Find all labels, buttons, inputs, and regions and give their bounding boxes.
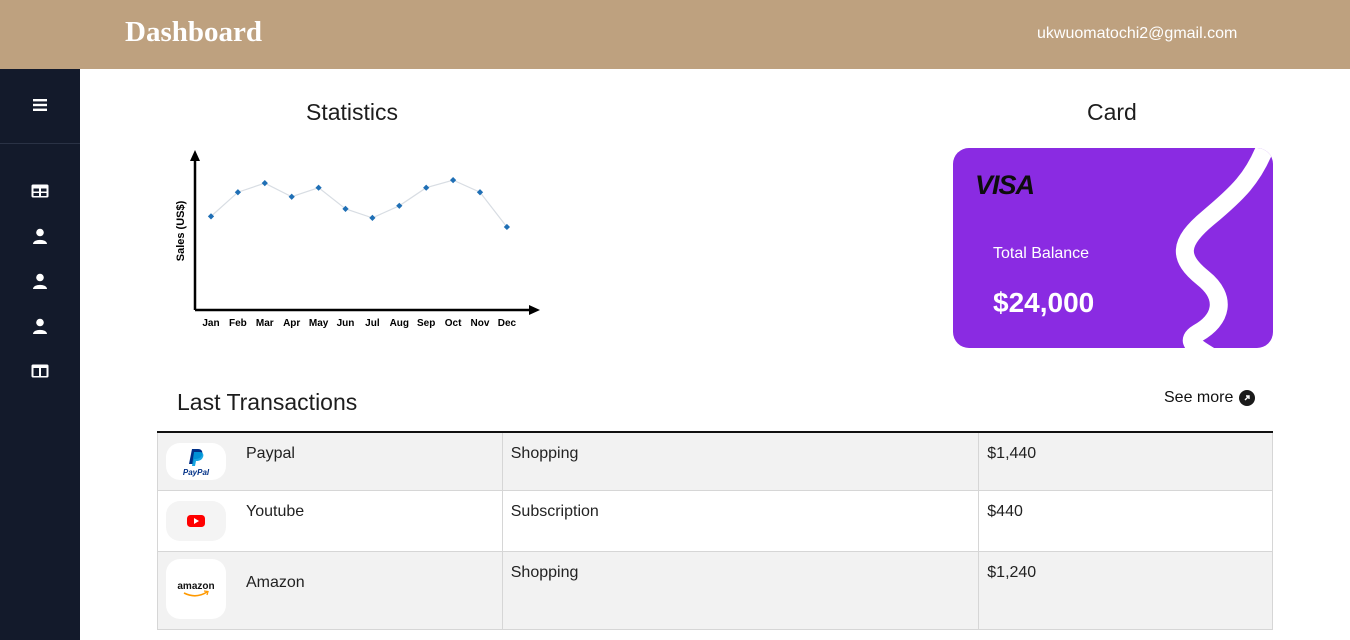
- x-tick-label: Aug: [390, 318, 409, 329]
- data-point: [369, 214, 376, 222]
- transactions-table: PayPal Paypal Shopping $1,440 Youtube Su…: [157, 431, 1273, 630]
- arrow-up-right-icon: [1239, 390, 1256, 406]
- x-tick-label: Mar: [256, 318, 274, 329]
- y-axis-label: Sales (US$): [175, 200, 187, 261]
- amount-cell: $440: [978, 490, 1273, 552]
- transactions-title: Last Transactions: [177, 389, 358, 415]
- merchant-cell: amazon Amazon: [157, 551, 503, 630]
- user-icon[interactable]: [30, 271, 50, 291]
- data-point: [449, 177, 457, 184]
- app-title: Dashboard: [125, 16, 262, 48]
- x-tick-label: Jun: [337, 318, 355, 329]
- amazon-logo: amazon: [166, 559, 226, 619]
- x-tick-label: Oct: [445, 318, 462, 329]
- dashboard-icon[interactable]: [30, 181, 50, 201]
- x-tick-label: Apr: [283, 318, 300, 329]
- credit-card[interactable]: VISA Total Balance $24,000: [953, 148, 1273, 348]
- menu-icon[interactable]: [30, 95, 50, 115]
- merchant-name: Amazon: [246, 574, 305, 591]
- user-icon[interactable]: [30, 316, 50, 336]
- merchant-cell: PayPal Paypal: [157, 431, 503, 491]
- paypal-logo: PayPal: [166, 443, 226, 480]
- x-tick-label: Nov: [471, 318, 490, 329]
- x-axis-arrow: [529, 305, 540, 315]
- amount-cell: $1,240: [978, 551, 1273, 630]
- table-row[interactable]: amazon Amazon Shopping $1,240: [157, 551, 1273, 630]
- x-tick-label: May: [309, 318, 329, 329]
- data-point: [261, 180, 268, 187]
- sidebar: [0, 69, 80, 640]
- merchant-name: Youtube: [246, 503, 305, 520]
- y-axis-arrow: [190, 150, 200, 161]
- svg-text:PayPal: PayPal: [183, 468, 210, 477]
- see-more-label: See more: [1164, 389, 1234, 406]
- see-more-link[interactable]: See more: [1164, 389, 1256, 407]
- top-bar: Dashboard ukwuomatochi2@gmail.com: [0, 0, 1350, 69]
- table-row[interactable]: Youtube Subscription $440: [157, 490, 1273, 552]
- sales-line-chart: Sales (US$) Jan Feb Mar Apr May Jun Jul Aug Sep O…: [175, 150, 540, 329]
- user-email[interactable]: ukwuomatochi2@gmail.com: [1037, 25, 1237, 43]
- merchant-name: Paypal: [246, 445, 295, 462]
- series-line: [210, 179, 508, 228]
- x-tick-label: Dec: [498, 318, 517, 329]
- youtube-logo: [166, 501, 226, 541]
- svg-text:amazon: amazon: [177, 581, 214, 592]
- x-tick-label: Feb: [229, 318, 247, 329]
- statistics-title: Statistics: [306, 99, 399, 125]
- table-row[interactable]: PayPal Paypal Shopping $1,440: [157, 431, 1273, 491]
- sidebar-divider: [0, 143, 80, 144]
- category-cell: Shopping: [501, 551, 980, 630]
- merchant-cell: Youtube: [157, 490, 503, 552]
- visa-logo: VISA: [975, 170, 1035, 200]
- balance-label: Total Balance: [993, 245, 1090, 262]
- columns-icon[interactable]: [30, 361, 50, 381]
- data-point: [288, 193, 295, 200]
- balance-value: $24,000: [993, 287, 1095, 318]
- x-tick-label: Jan: [202, 318, 219, 329]
- category-cell: Subscription: [501, 490, 980, 552]
- card-title: Card: [1087, 99, 1137, 125]
- user-icon[interactable]: [30, 226, 50, 246]
- category-cell: Shopping: [501, 431, 980, 491]
- x-tick-label: Sep: [417, 318, 435, 329]
- amount-cell: $1,440: [978, 431, 1273, 491]
- x-tick-label: Jul: [365, 318, 380, 329]
